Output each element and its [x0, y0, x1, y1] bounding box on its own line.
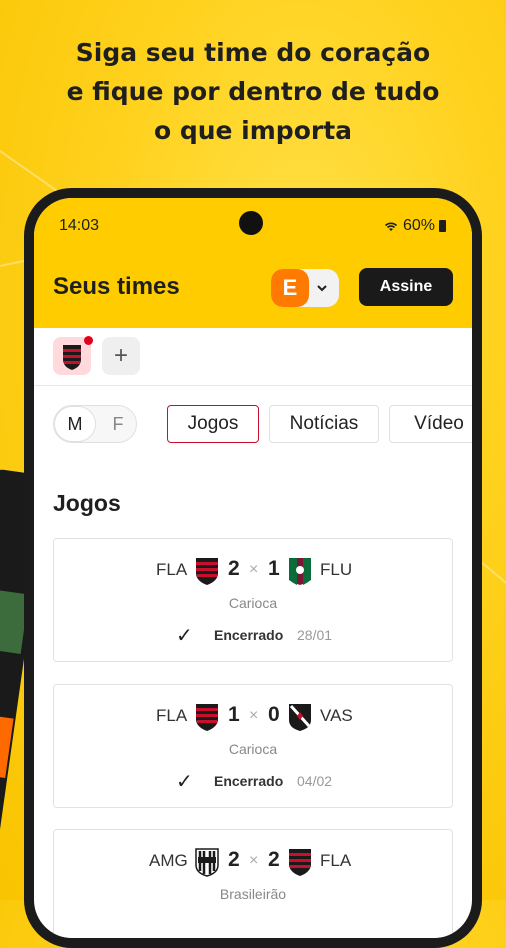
match-date: 04/02 — [297, 773, 333, 789]
promo-headline: Siga seu time do coração e fique por den… — [0, 33, 506, 150]
flamengo-crest-icon — [196, 558, 218, 585]
match-card[interactable]: FLA 2 × 1 FLU Carioca ✓ Encerrado 28/01 — [53, 538, 453, 662]
home-team-abbr: AMG — [149, 851, 188, 870]
gender-option-female[interactable]: F — [100, 406, 136, 442]
plus-icon: + — [113, 342, 128, 369]
match-card[interactable]: FLA 1 × 0 VAS Carioca ✓ Encerrado 04/02 — [53, 684, 453, 808]
score-separator: × — [249, 852, 259, 869]
home-team-abbr: FLA — [156, 560, 188, 579]
home-score: 1 — [228, 703, 240, 726]
battery-icon — [439, 220, 446, 232]
edition-selector[interactable]: E — [271, 269, 339, 307]
score-row: AMG 2 × 2 FLA — [54, 847, 452, 877]
atletico-mineiro-crest-icon — [195, 848, 219, 877]
followed-teams-bar: + — [34, 328, 472, 386]
match-date: 28/01 — [297, 627, 333, 643]
gender-toggle[interactable]: M F — [53, 405, 137, 443]
vasco-crest-icon — [289, 704, 311, 731]
status-time: 14:03 — [59, 217, 100, 234]
gender-option-male[interactable]: M — [54, 406, 96, 442]
tab-video[interactable]: Vídeo — [389, 405, 472, 443]
match-status-text: Encerrado — [214, 773, 284, 789]
score-separator: × — [249, 561, 259, 578]
section-title: Jogos — [53, 490, 121, 516]
favorite-heart-icon — [84, 336, 93, 345]
match-status-text: Encerrado — [214, 627, 284, 643]
score-row: FLA 1 × 0 VAS — [54, 702, 452, 732]
tab-jogos[interactable]: Jogos — [167, 405, 259, 443]
home-score: 2 — [228, 557, 240, 580]
tab-noticias[interactable]: Notícias — [269, 405, 379, 443]
flamengo-crest-icon — [289, 849, 311, 876]
away-score: 0 — [268, 703, 280, 726]
competition-name: Carioca — [228, 741, 278, 757]
away-team-abbr: FLU — [320, 560, 353, 579]
home-team-abbr: FLA — [156, 706, 188, 725]
phone-frame: 14:03 60% Seus times E Assine + M F Jogo… — [24, 188, 482, 948]
competition-name: Carioca — [228, 595, 278, 611]
add-team-button[interactable]: + — [102, 337, 140, 375]
team-chip-flamengo[interactable] — [53, 336, 93, 375]
chevron-down-icon — [317, 285, 327, 292]
flamengo-crest-icon — [196, 704, 218, 731]
headline-line: o que importa — [153, 116, 353, 145]
away-team-abbr: VAS — [320, 706, 353, 725]
match-status: ✓ Encerrado 28/01 — [54, 625, 452, 647]
away-score: 2 — [268, 848, 280, 871]
background-orange-block — [0, 714, 14, 779]
headline-line: Siga seu time do coração — [75, 38, 431, 67]
background-light-beam — [479, 560, 506, 601]
checkmark-icon: ✓ — [176, 771, 193, 793]
score-row: FLA 2 × 1 FLU — [54, 556, 452, 586]
checkmark-icon: ✓ — [176, 625, 193, 647]
home-score: 2 — [228, 848, 240, 871]
status-icons: 60% — [383, 217, 446, 235]
away-score: 1 — [268, 557, 280, 580]
subscribe-button[interactable]: Assine — [359, 268, 453, 306]
phone-screen: 14:03 60% Seus times E Assine + M F Jogo… — [34, 198, 472, 938]
app-header: 14:03 60% Seus times E Assine — [34, 198, 472, 328]
fluminense-crest-icon — [289, 558, 311, 585]
wifi-icon — [384, 222, 398, 231]
score-separator: × — [249, 707, 259, 724]
match-status: ✓ Encerrado 04/02 — [54, 771, 452, 793]
away-team-abbr: FLA — [320, 851, 352, 870]
headline-line: e fique por dentro de tudo — [66, 77, 440, 106]
battery-percentage: 60% — [402, 217, 435, 234]
page-title: Seus times — [53, 273, 180, 300]
front-camera — [239, 211, 263, 235]
match-card[interactable]: AMG 2 × 2 FLA Brasileirão — [53, 829, 453, 938]
edition-logo-icon: E — [271, 269, 309, 307]
